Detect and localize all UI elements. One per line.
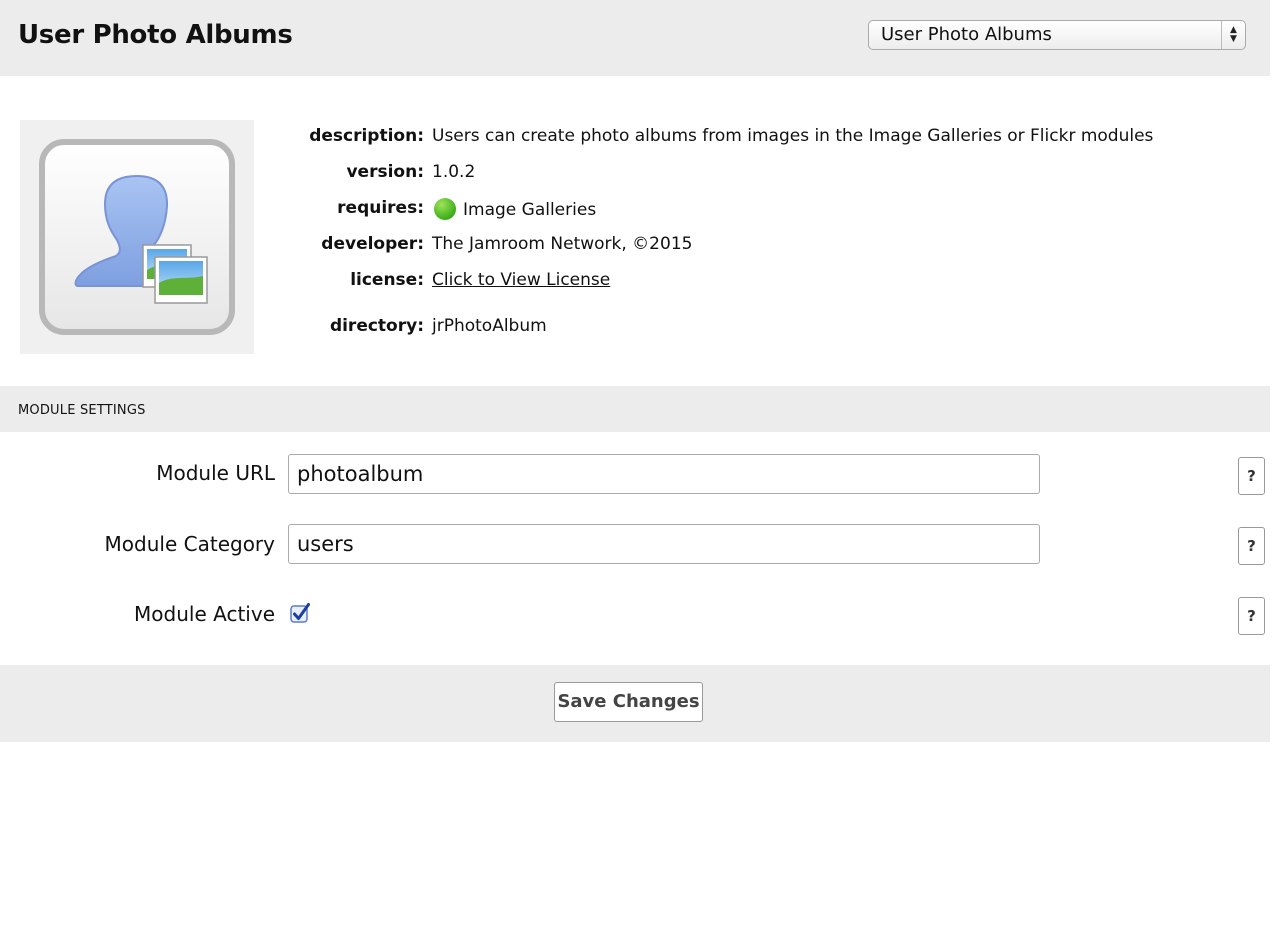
save-changes-button[interactable]: Save Changes [554, 682, 703, 722]
requires-value: Image Galleries [432, 198, 596, 220]
version-label: version: [346, 162, 424, 182]
status-ok-icon [434, 198, 456, 220]
license-label: license: [350, 270, 424, 290]
developer-value: The Jamroom Network, ©2015 [432, 234, 693, 254]
directory-label: directory: [329, 316, 424, 336]
form-footer: Save Changes [0, 665, 1270, 742]
requires-label: requires: [337, 198, 424, 218]
developer-label: developer: [321, 234, 424, 254]
module-category-label: Module Category [104, 532, 275, 556]
page-title: User Photo Albums [18, 20, 293, 50]
module-active-label: Module Active [134, 602, 275, 626]
module-category-input[interactable] [288, 524, 1040, 564]
module-active-help-button[interactable]: ? [1238, 597, 1265, 635]
module-icon [20, 120, 254, 354]
module-select[interactable]: User Photo Albums ▲ ▼ [868, 20, 1246, 50]
select-arrows-icon: ▲ ▼ [1221, 21, 1245, 49]
module-settings-header: MODULE SETTINGS [0, 386, 1270, 432]
version-value: 1.0.2 [432, 162, 476, 182]
module-url-label: Module URL [156, 461, 275, 485]
directory-value: jrPhotoAlbum [432, 316, 547, 336]
requires-module-name: Image Galleries [463, 200, 597, 220]
user-photo-album-icon [39, 139, 235, 335]
module-active-checkbox[interactable] [290, 603, 310, 623]
module-select-value: User Photo Albums [881, 24, 1052, 45]
page-header: User Photo Albums User Photo Albums ▲ ▼ [0, 0, 1270, 76]
module-url-help-button[interactable]: ? [1238, 457, 1265, 495]
module-category-help-button[interactable]: ? [1238, 527, 1265, 565]
module-url-input[interactable] [288, 454, 1040, 494]
license-link[interactable]: Click to View License [432, 270, 610, 290]
description-value: Users can create photo albums from image… [432, 126, 1154, 146]
description-label: description: [309, 126, 424, 146]
section-title: MODULE SETTINGS [18, 403, 146, 418]
